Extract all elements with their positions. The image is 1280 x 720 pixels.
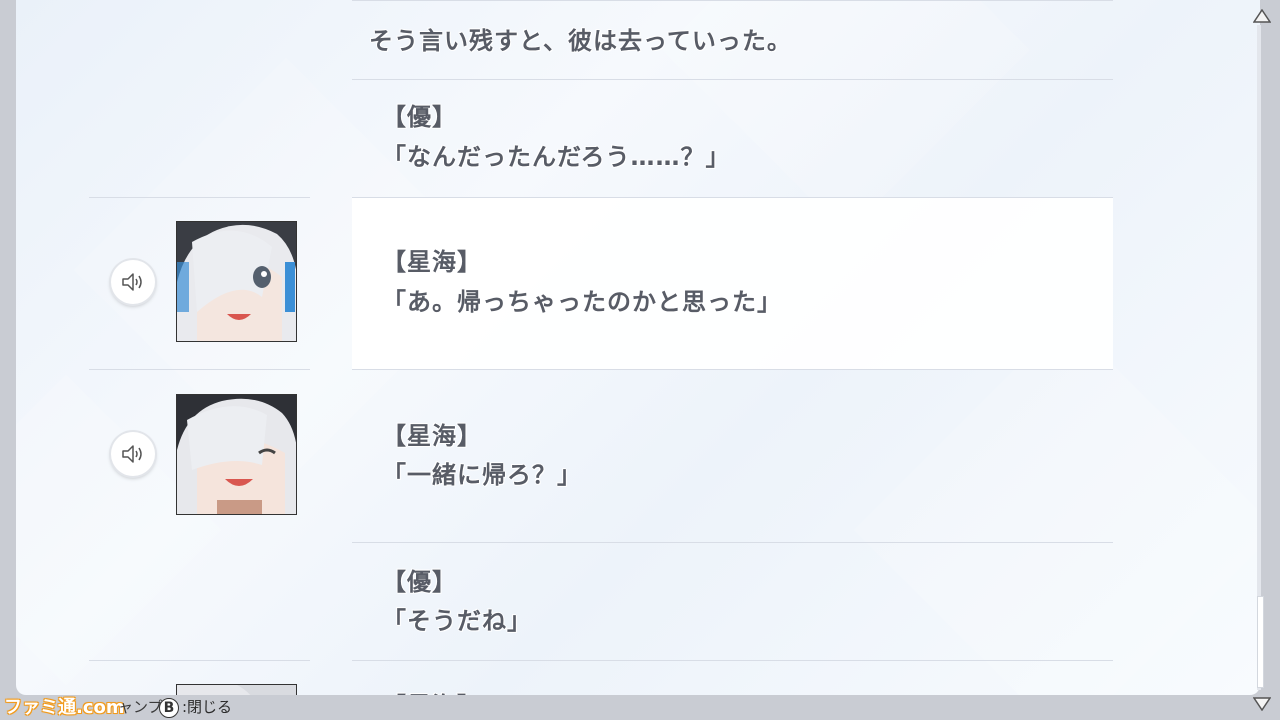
log-entry-partial[interactable]: 【星海】 (352, 661, 1113, 695)
divider (89, 660, 310, 661)
speaker-name: 【優】 (382, 103, 457, 131)
log-entry[interactable]: 【優】 「なんだったんだろう……？」 (352, 80, 1113, 198)
speaker-icon (122, 445, 142, 463)
speaker-name: 【優】 (382, 568, 457, 596)
divider (89, 369, 310, 370)
dialogue-line: 「一緒に帰ろ？」 (382, 461, 582, 489)
speaker-name: 【星海】 (382, 248, 482, 276)
log-entry-selected[interactable]: 【星海】 「あ。帰っちゃったのかと思った」 (352, 198, 1113, 370)
voice-replay-button[interactable] (111, 260, 155, 304)
dialogue-line: 「なんだったんだろう……？」 (382, 143, 731, 171)
footer-hints: ファミ通.com ャンプ B :閉じる (0, 695, 1280, 720)
log-entry[interactable]: 【星海】 「一緒に帰ろ？」 (352, 370, 1113, 543)
speaker-name: 【星海】 (382, 687, 482, 695)
speaker-name: 【星海】 (382, 422, 482, 450)
voice-replay-button[interactable] (111, 432, 155, 476)
backlog-panel: そう言い残すと、彼は去っていった。 【優】 「なんだったんだろう……？」 【星海… (16, 0, 1260, 695)
divider (89, 197, 310, 198)
character-portrait-seika-smile (176, 394, 297, 515)
narration-text: そう言い残すと、彼は去っていった。 (369, 27, 792, 55)
log-entry-narration[interactable]: そう言い残すと、彼は去っていった。 (352, 0, 1113, 80)
speaker-icon (122, 273, 142, 291)
scrollbar-thumb[interactable] (1258, 597, 1263, 687)
log-entry[interactable]: 【優】 「そうだね」 (352, 543, 1113, 661)
jump-hint: ャンプ (118, 698, 163, 716)
watermark-logo: ファミ通.com (4, 697, 125, 718)
scrollbar-track[interactable] (1257, 25, 1261, 690)
dialogue-line: 「そうだね」 (382, 607, 532, 635)
character-portrait-partial (176, 684, 297, 695)
b-button-glyph: B (159, 698, 179, 718)
dialogue-line: 「あ。帰っちゃったのかと思った」 (382, 288, 782, 316)
character-portrait-seika (176, 221, 297, 342)
triangle-up-icon[interactable] (1253, 9, 1271, 23)
close-hint: :閉じる (182, 698, 233, 716)
